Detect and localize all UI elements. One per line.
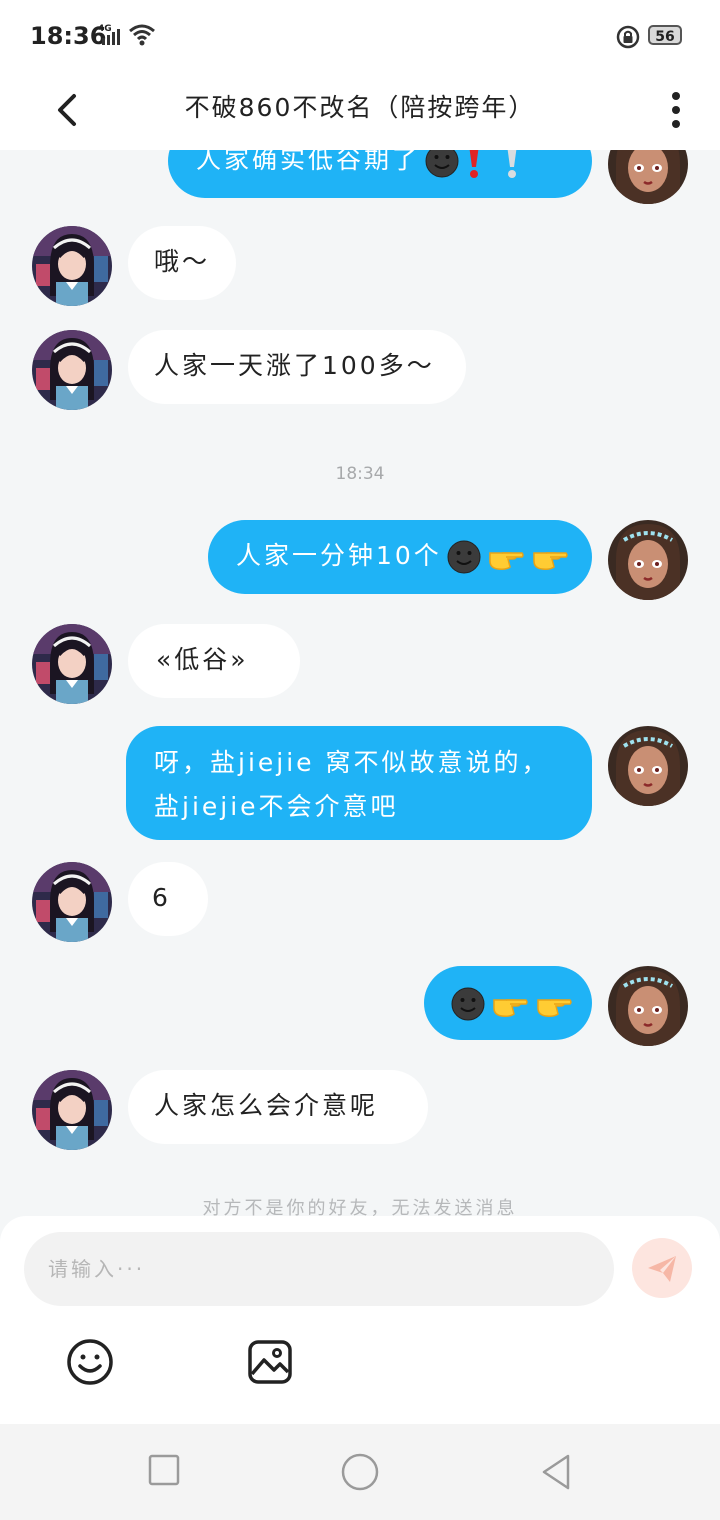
message-text: 人家一分钟10个: [236, 541, 442, 570]
message-text: 呀，盐jiejie 窝不似故意说的，盐jiejie不会介意吧: [154, 748, 550, 821]
pointing-hand-emoji-icon: [486, 539, 526, 575]
message-text: «低谷»: [156, 645, 249, 674]
contact-avatar[interactable]: [32, 624, 112, 704]
message-bubble-incoming[interactable]: 人家一天涨了100多～: [128, 330, 466, 404]
contact-avatar[interactable]: [32, 862, 112, 942]
image-icon[interactable]: [246, 1338, 294, 1386]
message-bubble-incoming[interactable]: «低谷»: [128, 624, 300, 698]
back-arrow-icon[interactable]: [48, 82, 88, 138]
message-bubble-incoming[interactable]: 人家怎么会介意呢: [128, 1070, 428, 1144]
timestamp-divider: 18:34: [335, 464, 385, 484]
status-time: 18:36: [30, 22, 107, 50]
message-composer: [0, 1216, 720, 1424]
pointing-hand-emoji-icon: [530, 539, 570, 575]
message-text: 人家确实低谷期了: [196, 150, 421, 174]
not-friend-notice: 对方不是你的好友，无法发送消息: [202, 1198, 518, 1216]
recent-apps-button[interactable]: [146, 1452, 182, 1488]
chat-header: 不破860不改名（陪按跨年）: [0, 72, 720, 150]
self-avatar[interactable]: [608, 966, 688, 1046]
send-button[interactable]: [632, 1238, 692, 1298]
message-text: 人家怎么会介意呢: [154, 1091, 379, 1120]
message-bubble-incoming[interactable]: 6: [128, 862, 208, 936]
message-list[interactable]: 人家确实低谷期了 哦～ 人家一天涨了100多～ 18:34 人家一分钟10个 «…: [0, 150, 720, 1216]
message-input[interactable]: [24, 1232, 614, 1306]
status-bar: 18:36 4G 56: [0, 0, 720, 72]
system-navigation-bar: [0, 1424, 720, 1520]
message-text: 人家一天涨了100多～: [154, 351, 435, 380]
dark-face-emoji-icon: [424, 150, 460, 179]
message-text: 哦～: [154, 247, 211, 276]
rotation-lock-icon: [616, 25, 640, 49]
more-options-icon[interactable]: [660, 82, 692, 138]
self-avatar[interactable]: [608, 520, 688, 600]
dark-face-emoji-icon: [450, 986, 486, 1022]
dark-face-emoji-icon: [446, 539, 482, 575]
self-avatar[interactable]: [608, 726, 688, 806]
pointing-hand-emoji-icon: [534, 986, 574, 1022]
signal-icon: [102, 29, 120, 45]
back-button[interactable]: [538, 1452, 574, 1492]
send-icon: [648, 1256, 676, 1282]
message-bubble-outgoing[interactable]: 人家一分钟10个: [208, 520, 592, 594]
contact-avatar[interactable]: [32, 330, 112, 410]
emoji-icon[interactable]: [66, 1338, 114, 1386]
self-avatar[interactable]: [608, 150, 688, 204]
chat-title: 不破860不改名（陪按跨年）: [184, 93, 536, 122]
contact-avatar[interactable]: [32, 226, 112, 306]
battery-indicator: 56: [648, 25, 682, 45]
contact-avatar[interactable]: [32, 1070, 112, 1150]
red-exclamation-emoji-icon: [464, 150, 484, 179]
message-bubble-outgoing[interactable]: [424, 966, 592, 1040]
pointing-hand-emoji-icon: [490, 986, 530, 1022]
message-bubble-outgoing[interactable]: 呀，盐jiejie 窝不似故意说的，盐jiejie不会介意吧: [126, 726, 592, 840]
wifi-icon: [129, 24, 155, 46]
grey-exclamation-emoji-icon: [502, 150, 522, 179]
message-text: 6: [152, 883, 171, 912]
message-bubble-outgoing[interactable]: 人家确实低谷期了: [168, 150, 592, 198]
home-button[interactable]: [340, 1452, 380, 1492]
message-bubble-incoming[interactable]: 哦～: [128, 226, 236, 300]
